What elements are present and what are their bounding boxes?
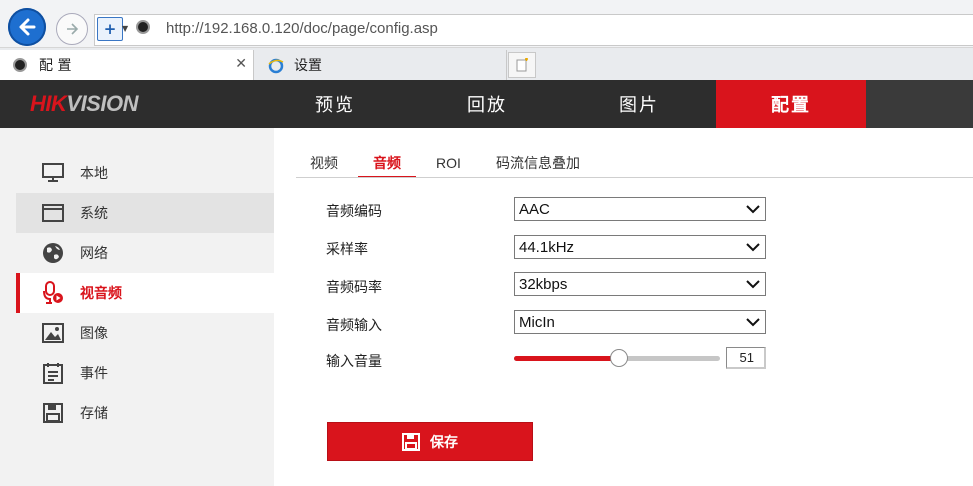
sidebar-item-label: 视音频 — [80, 286, 122, 302]
tab-stream-overlay[interactable]: 码流信息叠加 — [496, 150, 580, 176]
save-button[interactable]: 保存 — [327, 422, 533, 461]
image-icon — [40, 320, 66, 346]
chevron-down-icon — [746, 318, 760, 327]
new-tab-button[interactable] — [508, 52, 536, 78]
browser-tab-config[interactable]: 配 置 ✕ — [0, 50, 254, 80]
site-favicon-icon — [136, 20, 150, 34]
list-icon — [40, 360, 66, 386]
url-text[interactable]: http://192.168.0.120/doc/page/config.asp — [166, 20, 438, 37]
monitor-icon — [40, 160, 66, 186]
forward-button[interactable] — [56, 13, 88, 45]
tab-roi[interactable]: ROI — [436, 150, 461, 176]
sidebar-item-label: 网络 — [80, 246, 108, 262]
input-volume-label: 输入音量 — [326, 354, 382, 370]
sidebar-item-label: 事件 — [80, 366, 108, 382]
tab-divider — [296, 177, 973, 178]
sidebar-item-system[interactable]: 系统 — [16, 193, 274, 233]
sidebar-item-event[interactable]: 事件 — [16, 353, 274, 393]
select-value: 44.1kHz — [519, 238, 575, 256]
chevron-down-icon — [746, 205, 760, 214]
chevron-down-icon — [746, 280, 760, 289]
camera-favicon-icon — [13, 58, 27, 72]
arrow-left-icon — [19, 18, 36, 36]
chevron-down-icon — [746, 243, 760, 252]
window-icon — [40, 200, 66, 226]
header-right-area — [866, 80, 973, 128]
dropdown-arrow-icon[interactable]: ▼ — [122, 24, 128, 33]
new-tab-icon — [516, 58, 528, 72]
arrow-right-icon — [67, 23, 79, 35]
sidebar-item-local[interactable]: 本地 — [16, 153, 274, 193]
sample-rate-select[interactable]: 44.1kHz — [514, 235, 766, 259]
sample-rate-label: 采样率 — [326, 242, 368, 258]
nav-configuration[interactable]: 配置 — [716, 80, 866, 128]
site-compat-icon[interactable]: + — [97, 17, 123, 41]
floppy-icon — [402, 432, 420, 451]
close-icon[interactable]: ✕ — [235, 56, 247, 72]
globe-icon — [40, 240, 66, 266]
select-value: MicIn — [519, 313, 555, 331]
sidebar-item-label: 系统 — [80, 206, 108, 222]
hikvision-logo: HIKVISION — [30, 91, 138, 116]
browser-tab-label: 设置 — [294, 58, 322, 74]
nav-playback[interactable]: 回放 — [412, 80, 562, 128]
sidebar-item-storage[interactable]: 存储 — [16, 393, 274, 433]
audio-bitrate-select[interactable]: 32kbps — [514, 272, 766, 296]
mic-icon — [40, 280, 66, 306]
audio-encoding-select[interactable]: AAC — [514, 197, 766, 221]
browser-tab-settings[interactable]: 设置 — [255, 50, 507, 80]
select-value: AAC — [519, 200, 550, 218]
sidebar-item-label: 图像 — [80, 326, 108, 342]
sidebar-item-network[interactable]: 网络 — [16, 233, 274, 273]
volume-slider-fill — [514, 356, 620, 361]
browser-tab-label: 配 置 — [39, 58, 72, 74]
ie-favicon-icon — [268, 58, 284, 74]
volume-slider-thumb[interactable] — [610, 349, 629, 367]
sidebar-item-label: 存储 — [80, 406, 108, 422]
audio-input-label: 音频输入 — [326, 318, 382, 334]
tab-video[interactable]: 视频 — [310, 150, 338, 176]
back-button[interactable] — [8, 8, 46, 46]
audio-input-select[interactable]: MicIn — [514, 310, 766, 334]
sidebar-item-image[interactable]: 图像 — [16, 313, 274, 353]
audio-encoding-label: 音频编码 — [326, 204, 382, 220]
volume-value-input[interactable]: 51 — [726, 347, 766, 369]
select-value: 32kbps — [519, 275, 568, 293]
audio-bitrate-label: 音频码率 — [326, 280, 382, 296]
save-button-label: 保存 — [430, 434, 458, 451]
tab-audio[interactable]: 音频 — [358, 150, 416, 178]
floppy-icon — [40, 400, 66, 426]
sidebar-item-label: 本地 — [80, 166, 108, 182]
nav-preview[interactable]: 预览 — [260, 80, 410, 128]
sidebar-item-video-audio[interactable]: 视音频 — [16, 273, 274, 313]
nav-picture[interactable]: 图片 — [564, 80, 714, 128]
